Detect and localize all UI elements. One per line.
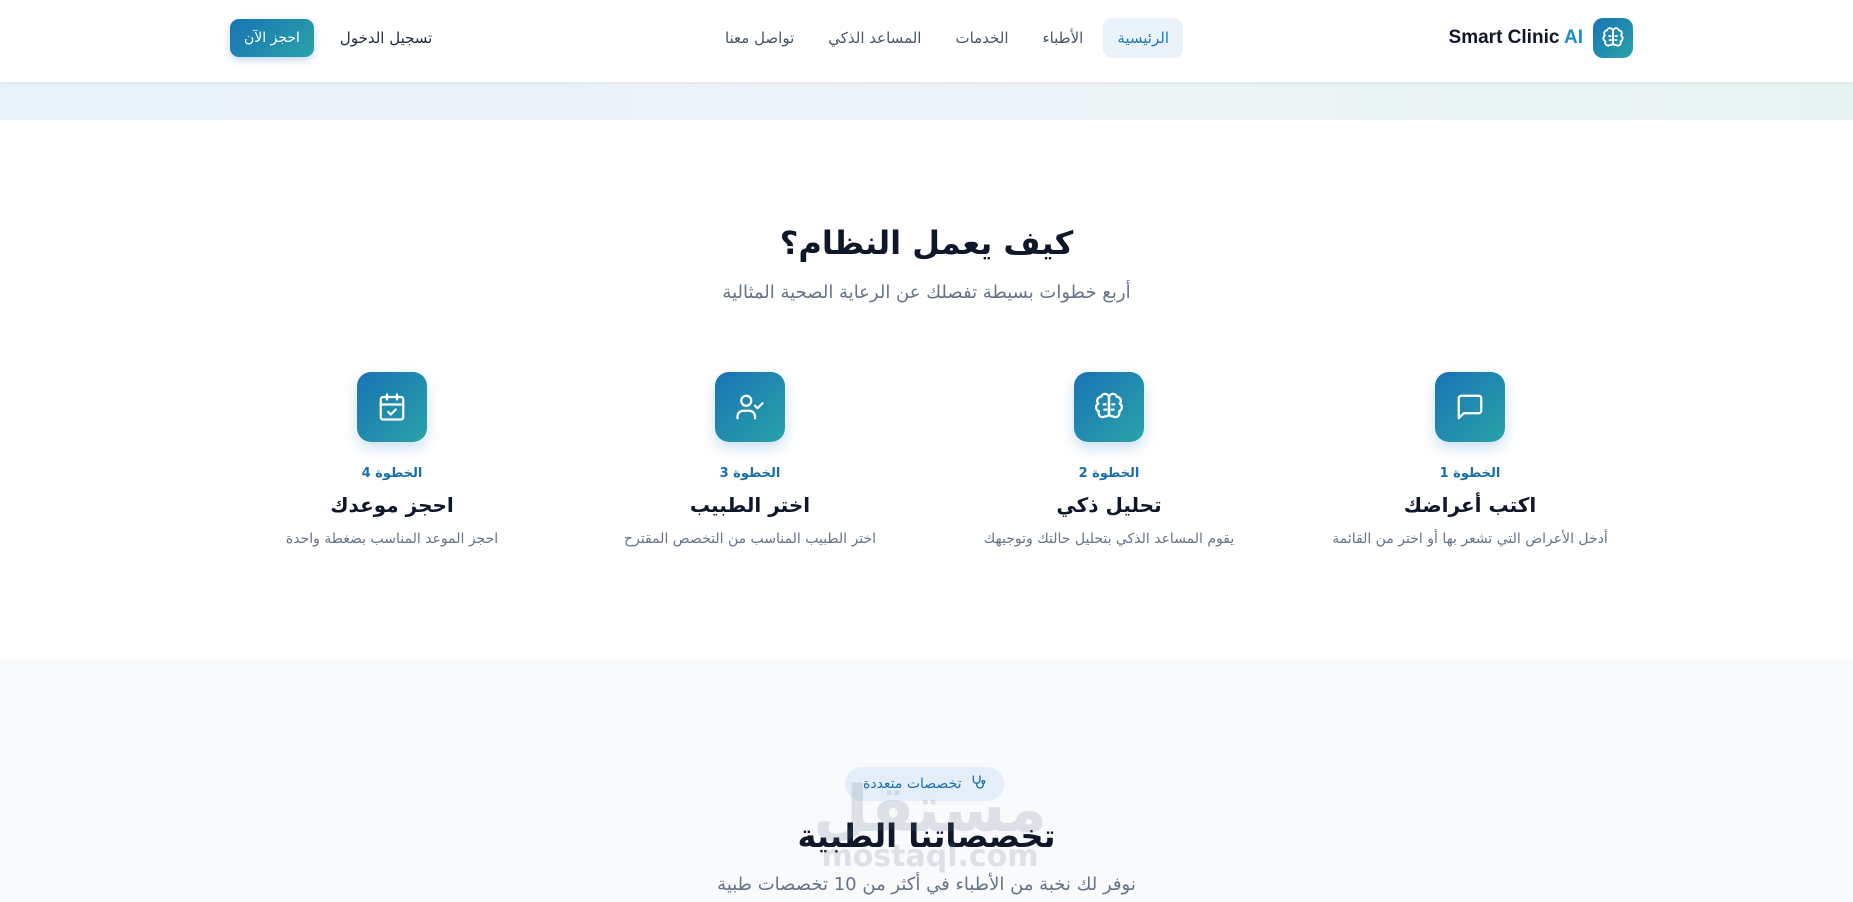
brand-name-text: Smart Clinic	[1448, 27, 1560, 48]
step-description: احجز الموعد المناسب بضغطة واحدة	[285, 531, 499, 547]
main-nav: الرئيسية الأطباء الخدمات المساعد الذكي ت…	[711, 18, 1183, 58]
steps-grid: الخطوة 1 اكتب أعراضك أدخل الأعراض التي ت…	[0, 372, 1853, 572]
step-title: اكتب أعراضك	[1403, 493, 1537, 517]
step-description: أدخل الأعراض التي تشعر بها أو اختر من ال…	[1332, 531, 1608, 547]
nav-item-home[interactable]: الرئيسية	[1103, 18, 1183, 58]
specialties-title: تخصصاتنا الطبية	[797, 817, 1056, 855]
how-it-works-title: كيف يعمل النظام؟	[779, 224, 1074, 262]
book-now-button[interactable]: احجز الآن	[230, 19, 314, 57]
brand-name: Smart Clinic AI	[1449, 27, 1583, 49]
step-card-2: الخطوة 2 تحليل ذكي يقوم المساعد الذكي بت…	[949, 372, 1269, 547]
step-label: الخطوة 4	[361, 466, 423, 481]
nav-item-contact[interactable]: تواصل معنا	[711, 18, 808, 58]
step-card-1: الخطوة 1 اكتب أعراضك أدخل الأعراض التي ت…	[1310, 372, 1630, 547]
how-it-works-subtitle: أربع خطوات بسيطة تفصلك عن الرعاية الصحية…	[722, 282, 1131, 303]
nav-item-assistant[interactable]: المساعد الذكي	[814, 18, 935, 58]
nav-item-doctors[interactable]: الأطباء	[1029, 18, 1098, 58]
stethoscope-icon	[970, 774, 986, 794]
step-label: الخطوة 3	[719, 466, 781, 481]
step-title: اختر الطبيب	[689, 493, 811, 517]
page: Smart Clinic AI الرئيسية الأطباء الخدمات…	[0, 0, 1853, 902]
specialties-badge-label: تخصصات متعددة	[863, 776, 962, 792]
nav-item-services[interactable]: الخدمات	[941, 18, 1022, 58]
header-actions: تسجيل الدخول احجز الآن	[230, 18, 432, 58]
site-header: Smart Clinic AI الرئيسية الأطباء الخدمات…	[0, 0, 1853, 82]
brand[interactable]: Smart Clinic AI	[1449, 18, 1633, 58]
hero-section-edge	[0, 82, 1853, 120]
step-card-4: الخطوة 4 احجز موعدك احجز الموعد المناسب …	[232, 372, 552, 547]
user-check-icon	[715, 372, 785, 442]
brain-icon	[1593, 18, 1633, 58]
login-link[interactable]: تسجيل الدخول	[340, 29, 432, 47]
brand-accent: AI	[1564, 27, 1583, 48]
step-label: الخطوة 1	[1439, 466, 1501, 481]
step-title: تحليل ذكي	[1056, 493, 1162, 517]
step-title: احجز موعدك	[330, 493, 454, 517]
calendar-check-icon	[357, 372, 427, 442]
step-label: الخطوة 2	[1078, 466, 1140, 481]
message-square-icon	[1435, 372, 1505, 442]
step-description: يقوم المساعد الذكي بتحليل حالتك وتوجيهك	[983, 531, 1235, 547]
step-card-3: الخطوة 3 اختر الطبيب اختر الطبيب المناسب…	[590, 372, 910, 547]
brain-icon	[1074, 372, 1144, 442]
step-description: اختر الطبيب المناسب من التخصص المقترح	[624, 531, 876, 547]
specialties-section: تخصصات متعددة تخصصاتنا الطبية نوفر لك نخ…	[0, 660, 1853, 902]
specialties-subtitle: نوفر لك نخبة من الأطباء في أكثر من 10 تخ…	[717, 874, 1136, 895]
specialties-badge: تخصصات متعددة	[845, 767, 1004, 801]
how-it-works-section: كيف يعمل النظام؟ أربع خطوات بسيطة تفصلك …	[0, 120, 1853, 660]
